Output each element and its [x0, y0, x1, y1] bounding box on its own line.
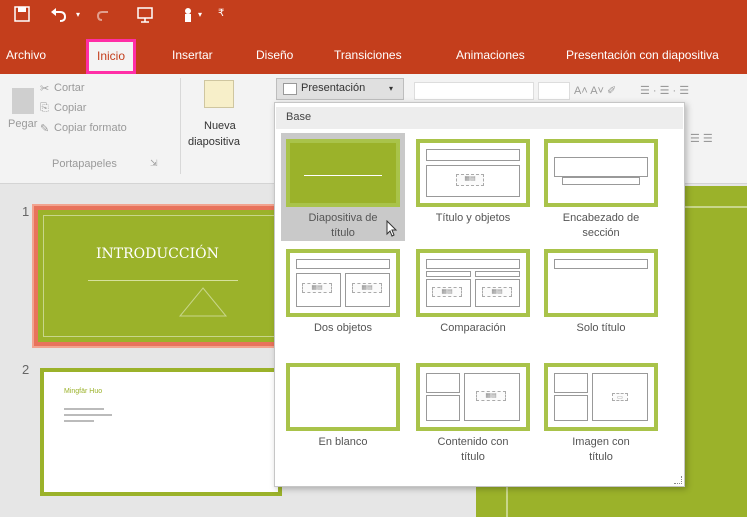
slide-thumbnail-2[interactable]: Mingfär Huo: [40, 368, 282, 496]
layout-section-header[interactable]: Encabezado de sección: [539, 133, 663, 241]
new-slide-icon[interactable]: [204, 80, 234, 108]
group-divider: [180, 78, 181, 174]
layout-thumb: [286, 139, 400, 207]
font-name-box[interactable]: [414, 82, 534, 100]
text-line: [64, 414, 112, 416]
tab-inicio[interactable]: Inicio: [86, 39, 137, 74]
format-painter-icon: ✎: [40, 123, 50, 135]
layout-title-only[interactable]: Solo título: [539, 243, 663, 351]
font-grow-icon[interactable]: A˄ A˅ ✐: [574, 84, 616, 97]
layout-label: Dos objetos: [313, 322, 373, 334]
slide-title: Mingfär Huo: [64, 388, 103, 395]
tab-presentacion[interactable]: Presentación con diapositiva: [566, 48, 719, 62]
layout-thumb: ▦▤: [416, 139, 530, 207]
copy-icon: ⎘: [40, 102, 49, 114]
layout-content-caption[interactable]: ▦▤ Contenido con título: [411, 357, 535, 475]
new-slide-label-2[interactable]: diapositiva: [188, 136, 240, 148]
layout-title-content[interactable]: ▦▤ Título y objetos: [411, 133, 535, 241]
layout-thumb: [286, 363, 400, 431]
layout-button[interactable]: Presentación ▾: [276, 78, 404, 100]
start-from-beginning-icon[interactable]: [136, 6, 154, 29]
bullets-icon[interactable]: ☰ · ☰ · ☰: [640, 84, 689, 97]
layout-thumb: ▭: [544, 363, 658, 431]
clipboard-group-label: Portapapeles: [52, 158, 117, 170]
layout-picture-caption[interactable]: ▭ Imagen con título: [539, 357, 663, 475]
redo-icon[interactable]: [96, 6, 112, 27]
layout-thumb: ▦▤ ▦▤: [286, 249, 400, 317]
text-line: [64, 420, 94, 422]
gallery-header-label: Base: [286, 111, 312, 123]
layout-label: Imagen con título: [572, 436, 630, 463]
tab-animaciones[interactable]: Animaciones: [456, 48, 525, 62]
tab-archivo[interactable]: Archivo: [6, 48, 46, 62]
slide-thumbnail-1[interactable]: INTRODUCCIÓN: [32, 204, 286, 348]
title-underline: [88, 280, 238, 281]
layout-label: Contenido con título: [437, 436, 509, 463]
gallery-header: Base: [276, 107, 683, 129]
layout-label: Comparación: [440, 322, 506, 334]
layout-thumb: ▦▤: [416, 363, 530, 431]
font-size-box[interactable]: [538, 82, 570, 100]
slide-title: INTRODUCCIÓN: [96, 246, 219, 262]
tab-diseno[interactable]: Diseño: [256, 48, 293, 62]
ribbon-tab-bar: Archivo Inicio Insertar Diseño Transicio…: [0, 36, 747, 74]
layout-comparison[interactable]: ▦▤ ▦▤ Comparación: [411, 243, 535, 351]
save-icon[interactable]: [14, 6, 30, 27]
slide-number: 2: [22, 362, 30, 377]
layout-label: Título y objetos: [435, 212, 511, 224]
layout-thumb: [544, 139, 658, 207]
scissors-icon: ✂: [40, 83, 50, 95]
dialog-launcher-icon[interactable]: ⇲: [150, 158, 158, 169]
paste-label[interactable]: Pegar: [8, 118, 37, 130]
touch-mode-icon[interactable]: [180, 6, 196, 29]
tab-transiciones[interactable]: Transiciones: [334, 48, 402, 62]
slide-border: [43, 215, 275, 337]
chevron-down-icon: ▾: [389, 84, 394, 93]
paste-icon[interactable]: [12, 88, 34, 114]
resize-grip-icon[interactable]: [674, 476, 682, 484]
triangle-shape: [178, 287, 228, 317]
copy-button[interactable]: Copiar: [54, 102, 86, 114]
customize-qat-icon[interactable]: ₹: [218, 8, 224, 19]
touch-dropdown-icon[interactable]: ▾: [198, 10, 202, 19]
mouse-cursor-icon: [386, 220, 398, 237]
layout-gallery: Base Diapositiva de título ▦▤ Título y ob…: [274, 102, 685, 487]
text-line: [64, 408, 104, 410]
layout-label: Solo título: [576, 322, 626, 334]
align-icons[interactable]: ☰ ☰: [690, 132, 713, 145]
cut-button[interactable]: Cortar: [54, 82, 85, 94]
new-slide-label[interactable]: Nueva: [204, 120, 236, 132]
layout-label: Encabezado de sección: [562, 212, 640, 239]
undo-icon[interactable]: [50, 6, 68, 27]
layout-button-label: Presentación: [301, 82, 366, 94]
layout-two-content[interactable]: ▦▤ ▦▤ Dos objetos: [281, 243, 405, 351]
slide-number: 1: [22, 204, 30, 219]
layout-icon: [283, 83, 297, 95]
format-painter-button[interactable]: Copiar formato: [54, 122, 127, 134]
undo-dropdown-icon[interactable]: ▾: [76, 10, 80, 19]
layout-thumb: [544, 249, 658, 317]
layout-label: En blanco: [318, 436, 368, 448]
layout-thumb: ▦▤ ▦▤: [416, 249, 530, 317]
title-bar: ▾ ▾ ₹: [0, 0, 747, 36]
layout-blank[interactable]: En blanco: [281, 357, 405, 475]
tab-insertar[interactable]: Insertar: [172, 48, 213, 62]
